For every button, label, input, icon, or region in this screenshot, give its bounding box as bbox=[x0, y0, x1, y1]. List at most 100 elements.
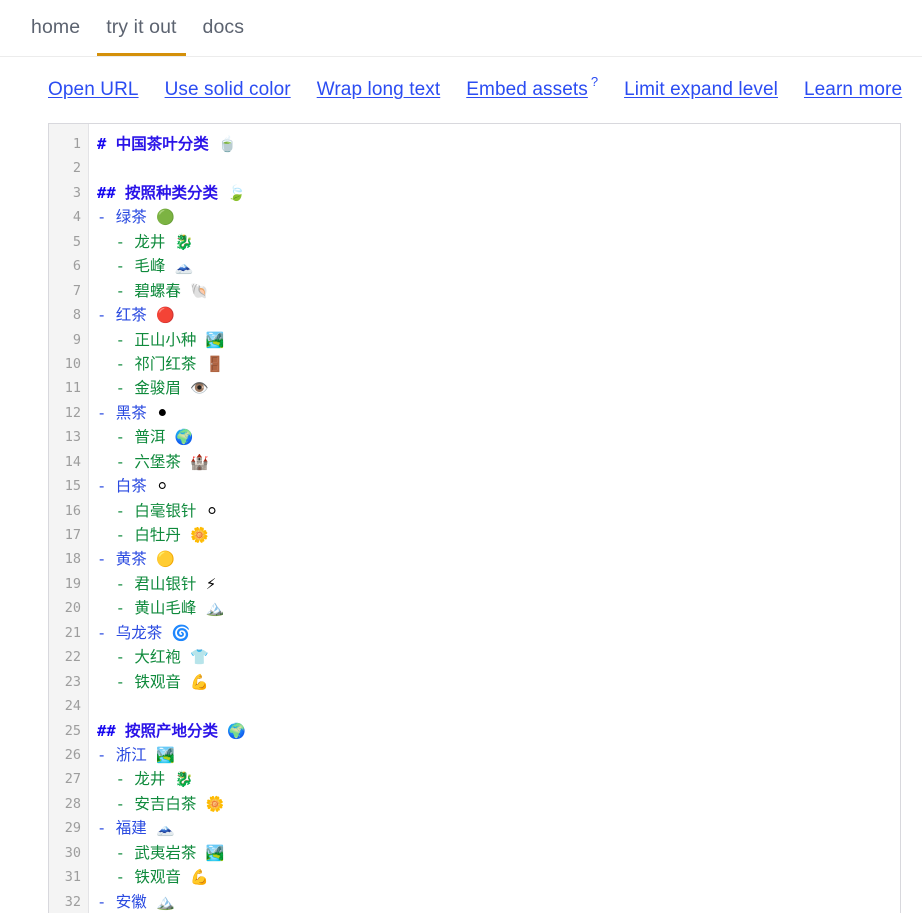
list-item-text: 黄茶 bbox=[115, 550, 147, 569]
code-line[interactable]: ## 按照种类分类 🍃 bbox=[97, 181, 900, 205]
line-emoji: 🏞️ bbox=[156, 745, 175, 764]
code-line[interactable]: - 君山银针 ⚡ bbox=[97, 572, 900, 596]
link-open-url[interactable]: Open URL bbox=[48, 79, 139, 101]
line-number: 14 bbox=[64, 453, 81, 470]
line-emoji: 🌍 bbox=[174, 428, 194, 447]
code-line[interactable] bbox=[97, 694, 900, 718]
code-line[interactable]: - 安徽 🏔️ bbox=[97, 890, 900, 913]
link-learn-more[interactable]: Learn more bbox=[804, 79, 902, 101]
line-emoji: 🌼 bbox=[205, 794, 225, 813]
editor-code-area[interactable]: # 中国茶叶分类 🍵 ## 按照种类分类 🍃 - 绿茶 🟢 - 龙井 🐉 - 毛峰… bbox=[89, 124, 900, 913]
code-line[interactable]: - 铁观音 💪 bbox=[97, 865, 900, 889]
code-line[interactable]: - 安吉白茶 🌼 bbox=[97, 792, 900, 816]
line-emoji: 🐉 bbox=[174, 770, 194, 789]
list-marker: - bbox=[115, 574, 126, 593]
line-number: 4 bbox=[72, 209, 81, 226]
line-number: 8 bbox=[72, 307, 81, 324]
line-emoji: 🗻 bbox=[156, 819, 175, 838]
line-number: 31 bbox=[64, 869, 81, 886]
code-line[interactable]: - 六堡茶 🏰 bbox=[97, 450, 900, 474]
line-emoji: ⚫ bbox=[156, 403, 169, 422]
link-wrap-long-text[interactable]: Wrap long text bbox=[317, 79, 441, 101]
code-line[interactable]: - 白牡丹 🌼 bbox=[97, 523, 900, 547]
line-number: 12 bbox=[64, 404, 81, 421]
line-number: 24 bbox=[64, 698, 81, 715]
line-emoji: ⚡ bbox=[205, 574, 217, 593]
list-item-text: 白茶 bbox=[115, 477, 147, 496]
link-embed-assets-group: Embed assets? bbox=[466, 74, 598, 101]
code-line[interactable] bbox=[97, 156, 900, 180]
line-emoji: 🔴 bbox=[156, 306, 175, 325]
line-number: 13 bbox=[64, 429, 81, 446]
line-number: 21 bbox=[64, 624, 81, 641]
list-item-text: 乌龙茶 bbox=[115, 623, 163, 642]
code-line[interactable]: - 白茶 ⚪ bbox=[97, 474, 900, 498]
line-emoji: 🐚 bbox=[190, 281, 209, 300]
heading-marker: ## bbox=[97, 183, 116, 202]
help-question-icon[interactable]: ? bbox=[591, 74, 598, 89]
nav-tab-try-it-out[interactable]: try it out bbox=[97, 0, 186, 55]
code-line[interactable]: - 龙井 🐉 bbox=[97, 230, 900, 254]
list-marker: - bbox=[115, 868, 126, 887]
link-use-solid-color[interactable]: Use solid color bbox=[165, 79, 291, 101]
code-line[interactable]: - 浙江 🏞️ bbox=[97, 743, 900, 767]
line-number: 18 bbox=[64, 551, 81, 568]
line-emoji: 👁️ bbox=[190, 379, 209, 398]
line-number: 27 bbox=[64, 771, 81, 788]
code-line[interactable]: - 红茶 🔴 bbox=[97, 303, 900, 327]
list-marker: - bbox=[97, 745, 107, 764]
line-emoji: 🟡 bbox=[156, 550, 175, 569]
line-emoji: 🌍 bbox=[227, 721, 247, 740]
line-emoji: 🌼 bbox=[190, 526, 209, 544]
line-emoji: 🍃 bbox=[227, 183, 247, 202]
nav-tab-home[interactable]: home bbox=[22, 0, 89, 55]
link-embed-assets[interactable]: Embed assets bbox=[466, 79, 588, 101]
code-line[interactable]: - 祁门红茶 🚪 bbox=[97, 352, 900, 376]
code-line[interactable]: - 铁观音 💪 bbox=[97, 670, 900, 694]
list-marker: - bbox=[115, 452, 126, 471]
code-line[interactable]: - 白毫银针 ⚪ bbox=[97, 499, 900, 523]
line-number: 20 bbox=[64, 600, 81, 617]
code-line[interactable]: - 绿茶 🟢 bbox=[97, 205, 900, 229]
code-line[interactable]: - 武夷岩茶 🏞️ bbox=[97, 841, 900, 865]
code-line[interactable]: - 乌龙茶 🌀 bbox=[97, 621, 900, 645]
code-line[interactable]: - 碧螺春 🐚 bbox=[97, 279, 900, 303]
line-number: 15 bbox=[64, 478, 81, 495]
code-line[interactable]: - 黄山毛峰 🏔️ bbox=[97, 596, 900, 620]
code-line[interactable]: - 黄茶 🟡 bbox=[97, 547, 900, 571]
list-marker: - bbox=[115, 794, 126, 813]
heading-text: 中国茶叶分类 bbox=[115, 135, 209, 153]
line-number: 7 bbox=[72, 282, 81, 299]
nav-tab-docs[interactable]: docs bbox=[194, 0, 254, 55]
list-marker: - bbox=[97, 819, 107, 838]
list-marker: - bbox=[115, 843, 126, 862]
list-marker: - bbox=[115, 281, 126, 300]
list-marker: - bbox=[97, 208, 107, 227]
code-line[interactable]: - 黑茶 ⚫ bbox=[97, 401, 900, 425]
line-emoji: ⚪ bbox=[156, 477, 169, 496]
code-line[interactable]: - 福建 🗻 bbox=[97, 816, 900, 840]
link-limit-expand-level[interactable]: Limit expand level bbox=[624, 79, 778, 101]
line-emoji: 💪 bbox=[190, 672, 209, 691]
list-item-text: 君山银针 bbox=[134, 574, 197, 593]
list-item-text: 金骏眉 bbox=[134, 379, 181, 398]
line-emoji: 🐉 bbox=[174, 232, 194, 251]
list-item-text: 武夷岩茶 bbox=[134, 843, 197, 862]
line-number: 30 bbox=[64, 844, 81, 861]
code-line[interactable]: - 金骏眉 👁️ bbox=[97, 376, 900, 400]
list-marker: - bbox=[115, 354, 126, 373]
list-item-text: 碧螺春 bbox=[134, 281, 181, 300]
list-item-text: 红茶 bbox=[115, 306, 147, 325]
code-line[interactable]: - 正山小种 🏞️ bbox=[97, 328, 900, 352]
markdown-editor[interactable]: 1 2 3 4 5 6 7 8 9 10 11 12 13 14 15 16 17 18 19 20 21 22 23 24 2… bbox=[48, 123, 901, 913]
code-line[interactable]: - 大红袍 👕 bbox=[97, 645, 900, 669]
code-line[interactable]: # 中国茶叶分类 🍵 bbox=[97, 132, 900, 156]
list-marker: - bbox=[97, 892, 107, 911]
code-line[interactable]: - 普洱 🌍 bbox=[97, 425, 900, 449]
line-number: 10 bbox=[64, 355, 81, 372]
list-item-text: 普洱 bbox=[134, 428, 166, 447]
line-number: 2 bbox=[72, 160, 81, 177]
code-line[interactable]: ## 按照产地分类 🌍 bbox=[97, 719, 900, 743]
code-line[interactable]: - 龙井 🐉 bbox=[97, 767, 900, 791]
code-line[interactable]: - 毛峰 🗻 bbox=[97, 254, 900, 278]
